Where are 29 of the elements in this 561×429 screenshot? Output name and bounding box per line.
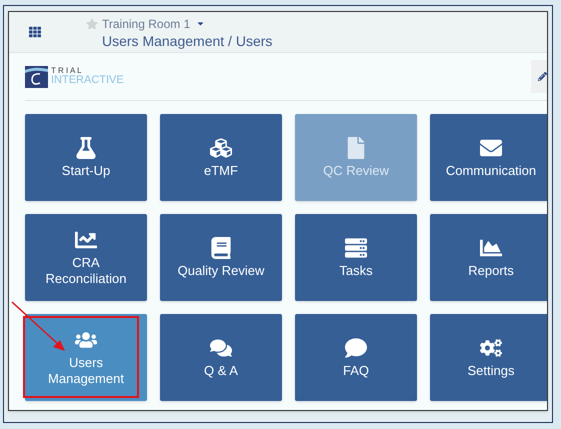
document-icon	[345, 136, 367, 158]
breadcrumb: Users Management / Users	[102, 32, 272, 50]
module-tile[interactable]: Start-Up	[25, 114, 147, 201]
cubes-icon	[210, 136, 232, 158]
pointer-arrow	[11, 301, 67, 353]
logo-title: T R I A L	[51, 67, 83, 75]
module-tile[interactable]: Q & A	[160, 314, 282, 401]
flask-icon	[75, 136, 97, 158]
module-tile[interactable]: FAQ	[295, 314, 417, 401]
stacked-bars-icon	[345, 236, 367, 258]
apps-grid-icon[interactable]	[29, 26, 41, 38]
module-tile[interactable]: Settings	[430, 314, 547, 401]
module-tile[interactable]: eTMF	[160, 114, 282, 201]
star-icon[interactable]	[86, 18, 98, 30]
book-icon	[210, 236, 232, 258]
module-tile[interactable]: CRA Reconciliation	[25, 214, 147, 301]
edit-button[interactable]	[531, 60, 547, 93]
chat-bubbles-icon	[210, 336, 232, 358]
logo-emblem-icon	[25, 66, 48, 88]
chat-bubble-icon	[345, 336, 367, 358]
module-tile[interactable]: Users Management	[25, 314, 147, 401]
module-tile[interactable]: Quality Review	[160, 214, 282, 301]
module-tile[interactable]: Reports	[430, 214, 547, 301]
pencil-icon	[538, 72, 547, 81]
module-tile[interactable]: Tasks	[295, 214, 417, 301]
module-tile[interactable]: Communication	[430, 114, 547, 201]
room-name[interactable]: Training Room 1	[102, 14, 190, 32]
logo-subtitle: INTERACTIVE	[51, 75, 124, 86]
gears-icon	[480, 336, 502, 358]
